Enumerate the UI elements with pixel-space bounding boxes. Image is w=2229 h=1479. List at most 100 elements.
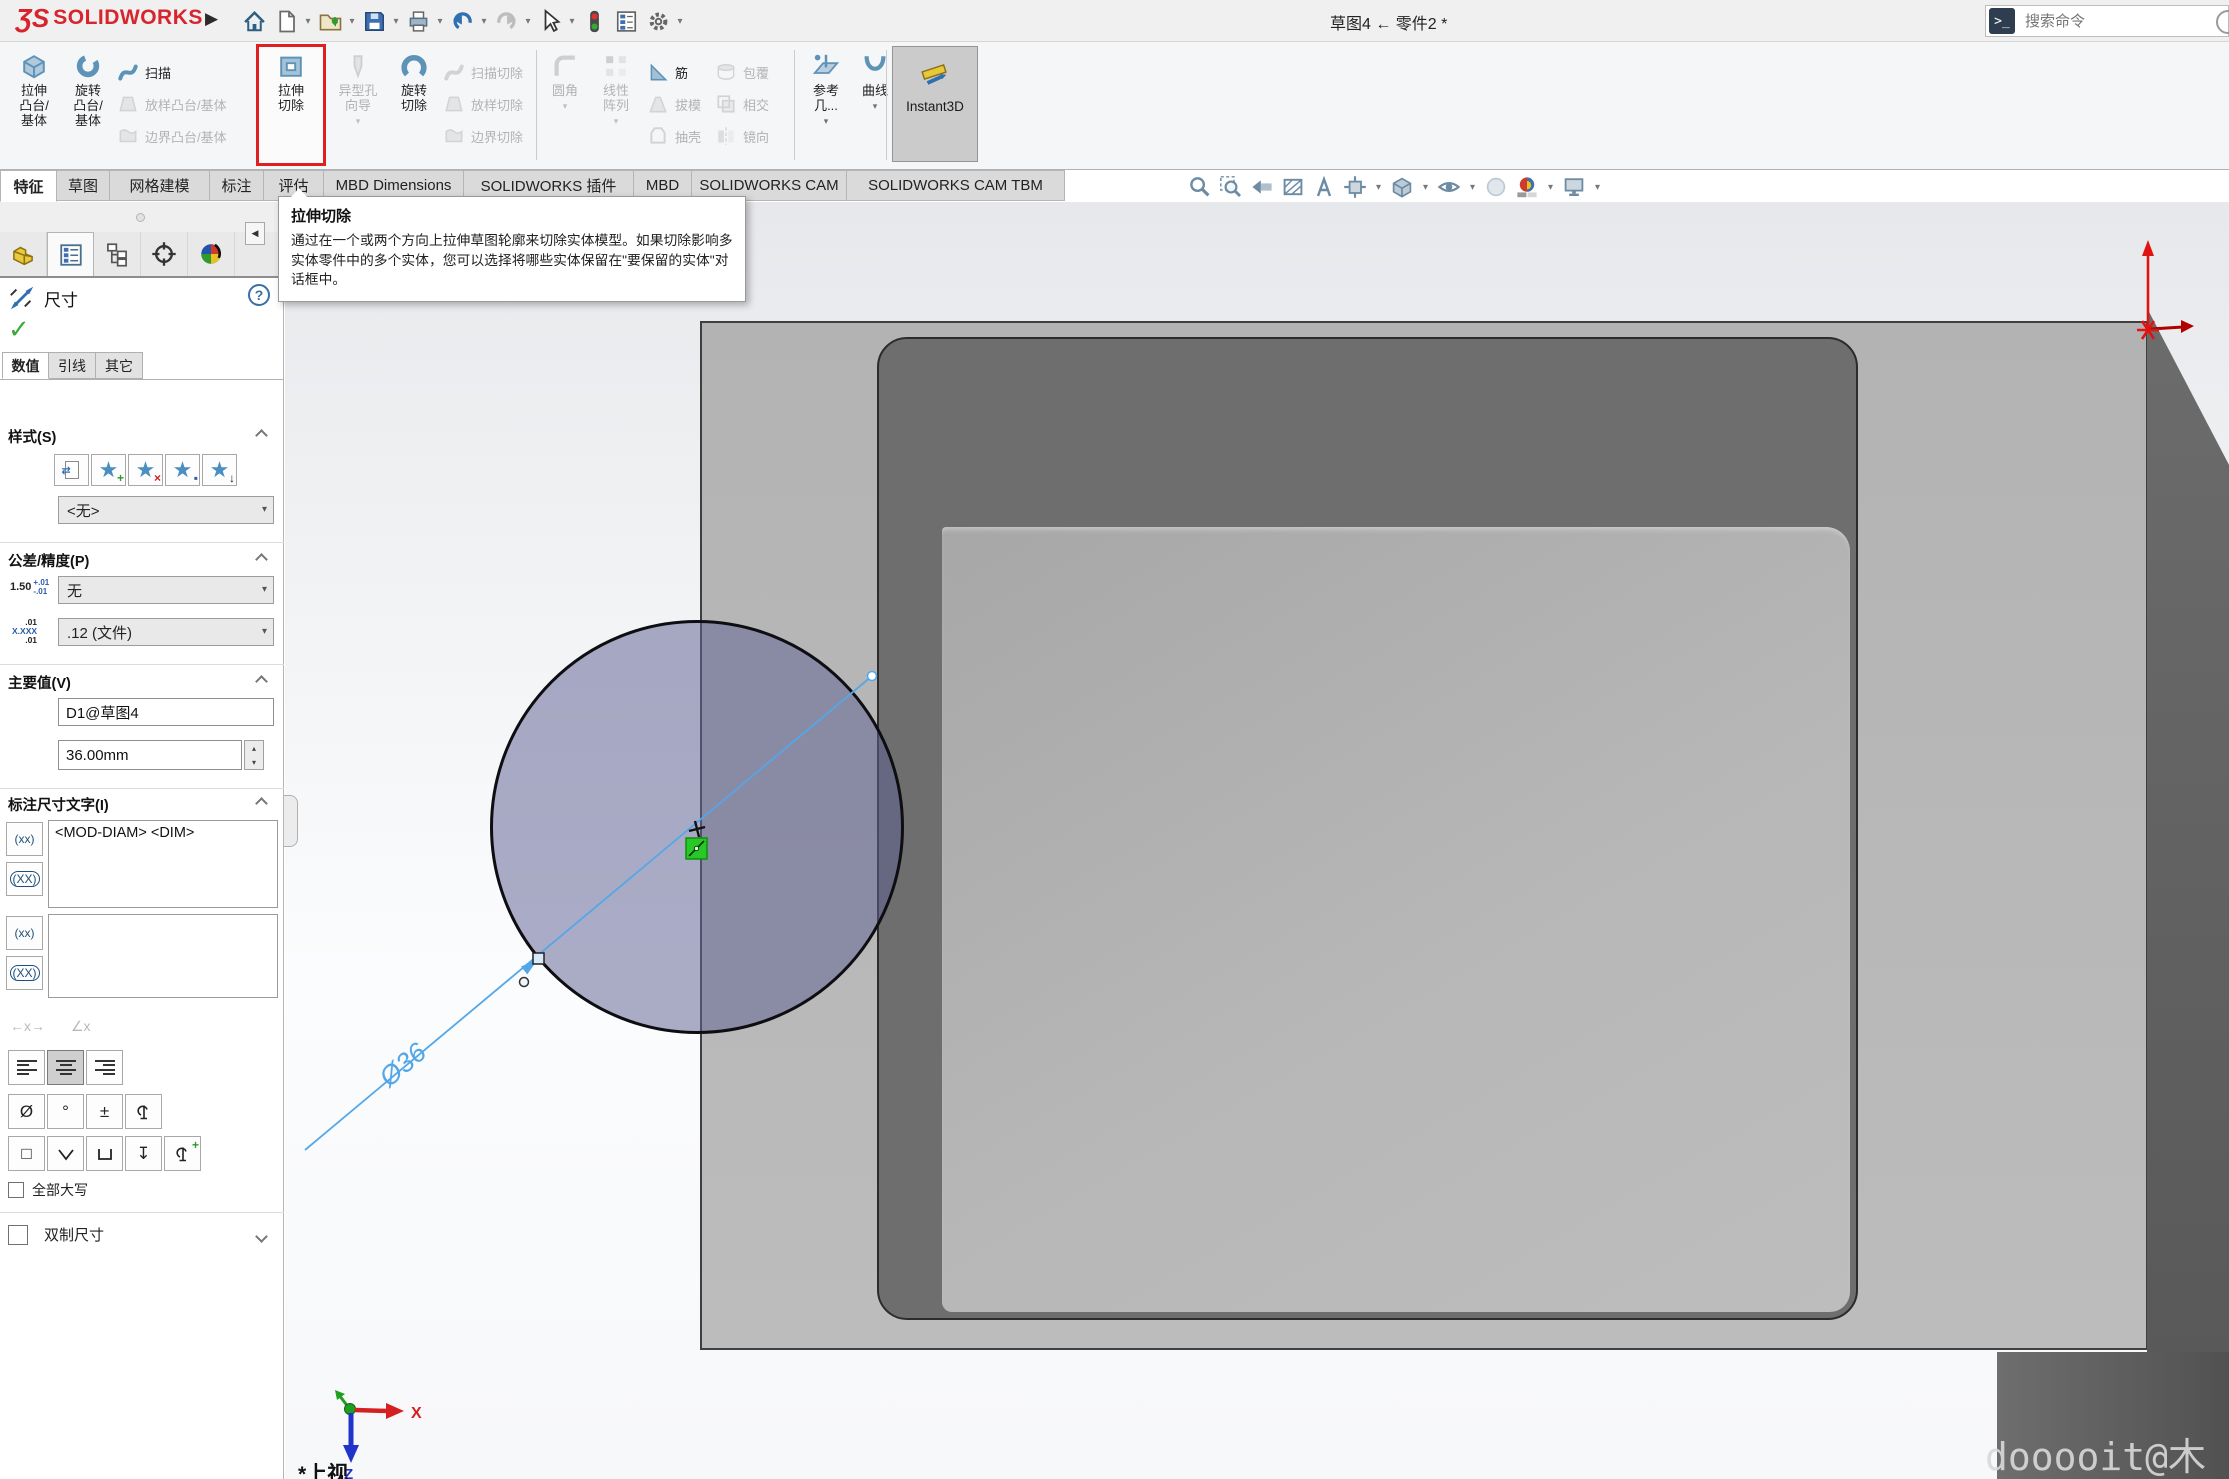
mirror-button[interactable]: 镜向 — [714, 122, 769, 150]
panel-collapse-button[interactable]: ◀ — [245, 222, 265, 245]
shell-button[interactable]: 抽壳 — [646, 122, 701, 150]
hole-wizard-caret[interactable]: ▾ — [356, 116, 361, 127]
print-button[interactable] — [402, 5, 434, 37]
feature-manager-tab[interactable] — [0, 232, 47, 276]
previous-view-icon[interactable] — [1250, 175, 1274, 199]
view-settings-caret[interactable]: ▾ — [1593, 182, 1602, 193]
expand-chevron-icon[interactable] — [255, 1230, 268, 1243]
sketch-circle[interactable] — [490, 620, 904, 1034]
depth-symbol-button[interactable]: ↧ — [125, 1136, 162, 1171]
open-button[interactable] — [314, 5, 346, 37]
dim-text2-xx-button[interactable]: (xx) — [6, 916, 43, 950]
fillet-caret[interactable]: ▾ — [563, 101, 568, 112]
wrap-button[interactable]: 包覆 — [714, 58, 769, 86]
new-document-button[interactable] — [270, 5, 302, 37]
degree-symbol-button[interactable]: ° — [47, 1094, 84, 1129]
draft-button[interactable]: 拔模 — [646, 90, 701, 118]
dimension-text-area-2[interactable] — [48, 914, 278, 998]
intersect-button[interactable]: 相交 — [714, 90, 769, 118]
tab-annotate[interactable]: 标注 — [210, 170, 264, 201]
loft-boss-button[interactable]: 放样凸台/基体 — [116, 90, 227, 118]
options-caret[interactable]: ▾ — [674, 16, 686, 27]
dimxpert-manager-tab[interactable] — [141, 232, 188, 276]
align-center-button[interactable] — [47, 1050, 84, 1085]
square-symbol-button[interactable]: □ — [8, 1136, 45, 1171]
select-caret[interactable]: ▾ — [566, 16, 578, 27]
sweep-cut-button[interactable]: 扫描切除 — [442, 58, 523, 86]
reference-geometry-button[interactable]: 参考 几... ▾ — [800, 52, 852, 127]
dim-text-XX-button[interactable]: (XX) — [6, 862, 43, 896]
revolve-cut-button[interactable]: 旋转 切除 — [388, 52, 440, 113]
value-spinner[interactable]: ▴ ▾ — [244, 740, 264, 770]
save-style-button[interactable]: ★▪ — [165, 454, 200, 486]
apply-scene-caret[interactable]: ▾ — [1546, 182, 1555, 193]
options-list-button[interactable] — [610, 5, 642, 37]
loft-cut-button[interactable]: 放样切除 — [442, 90, 523, 118]
display-style-caret[interactable]: ▾ — [1421, 182, 1430, 193]
sweep-button[interactable]: 扫描 — [116, 58, 171, 86]
dimension-text-area[interactable]: <MOD-DIAM> <DIM> — [48, 820, 278, 908]
zoom-to-area-icon[interactable] — [1219, 175, 1243, 199]
menu-expand-arrow-icon[interactable]: ▶ — [205, 9, 218, 29]
tolerance-section-header[interactable]: 公差/精度(P) — [8, 550, 276, 572]
extrude-boss-button[interactable]: 拉伸 凸台/ 基体 — [8, 52, 60, 128]
counterbore-symbol-button[interactable] — [86, 1136, 123, 1171]
all-caps-checkbox[interactable] — [8, 1182, 24, 1198]
tab-sketch[interactable]: 草图 — [57, 170, 110, 201]
horizontal-position-icon[interactable]: ←x→ — [10, 1018, 45, 1035]
spinner-down-icon[interactable]: ▾ — [245, 755, 263, 769]
edit-appearance-icon[interactable] — [1484, 175, 1508, 199]
redo-caret[interactable]: ▾ — [522, 16, 534, 27]
dimension-value-label[interactable]: Ø36 — [373, 1036, 433, 1093]
angle-position-icon[interactable]: ∠x — [71, 1018, 91, 1035]
undo-button[interactable] — [446, 5, 478, 37]
dimension-value-field[interactable]: 36.00mm — [58, 740, 242, 770]
display-manager-tab[interactable] — [188, 232, 235, 276]
subtab-other[interactable]: 其它 — [96, 352, 143, 379]
spinner-up-icon[interactable]: ▴ — [245, 741, 263, 755]
more-symbols-button[interactable]: + — [164, 1136, 201, 1171]
reference-geometry-caret[interactable]: ▾ — [824, 116, 829, 127]
collapse-chevron-icon[interactable] — [255, 553, 268, 566]
help-button[interactable]: ? — [248, 284, 270, 306]
instant3d-toggle-button[interactable]: Instant3D — [892, 46, 978, 162]
tab-mesh-modeling[interactable]: 网格建模 — [110, 170, 210, 201]
collapse-chevron-icon[interactable] — [255, 429, 268, 442]
centerline-symbol-button[interactable] — [125, 1094, 162, 1129]
annotation-views-icon[interactable] — [1312, 175, 1336, 199]
rebuild-button[interactable] — [578, 5, 610, 37]
view-settings-icon[interactable] — [1562, 175, 1586, 199]
view-orientation-icon[interactable] — [1343, 175, 1367, 199]
subtab-leaders[interactable]: 引线 — [49, 352, 96, 379]
style-dropdown[interactable]: <无>▾ — [58, 496, 274, 524]
redo-button[interactable] — [490, 5, 522, 37]
undo-caret[interactable]: ▾ — [478, 16, 490, 27]
align-left-button[interactable] — [8, 1050, 45, 1085]
diameter-symbol-button[interactable]: Ø — [8, 1094, 45, 1129]
hole-wizard-button[interactable]: 异型孔 向导 ▾ — [330, 52, 386, 127]
select-button[interactable] — [534, 5, 566, 37]
save-caret[interactable]: ▾ — [390, 16, 402, 27]
save-button[interactable] — [358, 5, 390, 37]
open-caret[interactable]: ▾ — [346, 16, 358, 27]
load-style-button[interactable]: ★↓ — [202, 454, 237, 486]
view-orientation-caret[interactable]: ▾ — [1374, 182, 1383, 193]
property-manager-tab[interactable] — [47, 232, 94, 276]
collapse-chevron-icon[interactable] — [255, 797, 268, 810]
configuration-manager-tab[interactable] — [94, 232, 141, 276]
tab-features[interactable]: 特征 — [0, 170, 57, 202]
dual-dimension-checkbox[interactable] — [8, 1225, 28, 1245]
panel-splitter-handle[interactable] — [284, 795, 298, 847]
display-style-icon[interactable] — [1390, 175, 1414, 199]
zoom-to-fit-icon[interactable] — [1188, 175, 1212, 199]
search-input[interactable] — [2023, 12, 2228, 31]
apply-default-attributes-button[interactable]: ⇄ — [54, 454, 89, 486]
fillet-button[interactable]: 圆角 ▾ — [542, 52, 588, 112]
dimension-drag-handle[interactable] — [520, 978, 529, 987]
dim-text-xx-button[interactable]: (xx) — [6, 822, 43, 856]
print-caret[interactable]: ▾ — [434, 16, 446, 27]
tolerance-dropdown[interactable]: 无▾ — [58, 576, 274, 604]
revolve-boss-button[interactable]: 旋转 凸台/ 基体 — [62, 52, 114, 128]
dimension-text-section-header[interactable]: 标注尺寸文字(I) — [8, 794, 276, 816]
plusminus-symbol-button[interactable]: ± — [86, 1094, 123, 1129]
